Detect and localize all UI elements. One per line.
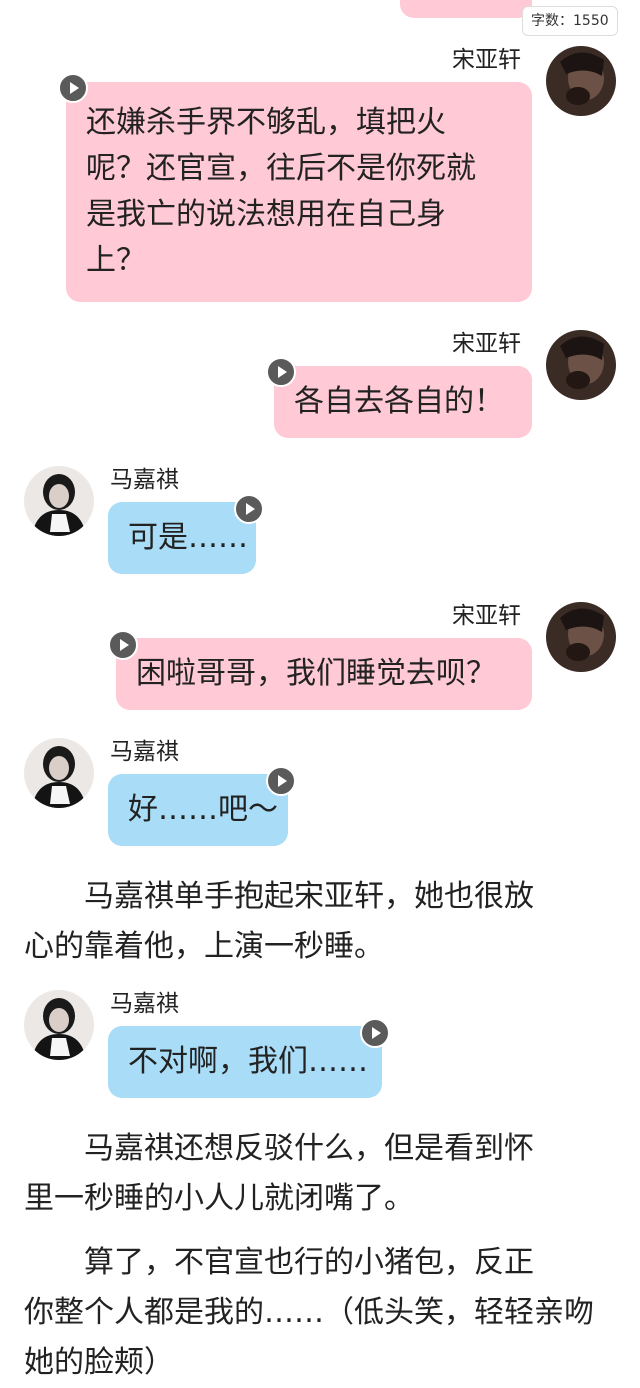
sender-name: 宋亚轩 xyxy=(452,331,521,357)
message-bubble: 好……吧～ xyxy=(108,774,288,846)
play-voice-icon[interactable] xyxy=(58,73,88,103)
narration-line: 马嘉祺还想反驳什么，但是看到怀 xyxy=(24,1131,534,1166)
message-text-line: 还嫌杀手界不够乱，填把火 xyxy=(86,105,446,140)
narration-line: 马嘉祺单手抱起宋亚轩，她也很放 xyxy=(24,879,534,914)
message-text-line: 呢？还官宣，往后不是你死就 xyxy=(86,151,476,186)
avatar-ma-jiaqi[interactable] xyxy=(24,738,94,808)
sender-name: 马嘉祺 xyxy=(110,467,179,493)
message-bubble: 不对啊，我们…… xyxy=(108,1026,382,1098)
message-text: 困啦哥哥，我们睡觉去呗？ xyxy=(136,656,496,691)
avatar-song-yaxuan[interactable] xyxy=(546,330,616,400)
narration-line: 她的脸颊） xyxy=(24,1345,174,1380)
avatar-ma-jiaqi[interactable] xyxy=(24,990,94,1060)
avatar-ma-jiaqi[interactable] xyxy=(24,466,94,536)
message-bubble: 困啦哥哥，我们睡觉去呗？ xyxy=(116,638,532,710)
play-voice-icon[interactable] xyxy=(266,357,296,387)
play-voice-icon[interactable] xyxy=(266,766,296,796)
sender-name: 马嘉祺 xyxy=(110,991,179,1017)
previous-message-bubble xyxy=(400,0,532,18)
narration-line: 里一秒睡的小人儿就闭嘴了。 xyxy=(24,1181,414,1216)
avatar-song-yaxuan[interactable] xyxy=(546,46,616,116)
message-bubble: 各自去各自的！ xyxy=(274,366,532,438)
narration-paragraph: 马嘉祺还想反驳什么，但是看到怀 里一秒睡的小人儿就闭嘴了。 xyxy=(24,1124,624,1224)
message-text-line: 上？ xyxy=(86,243,146,278)
narration-paragraph: 马嘉祺单手抱起宋亚轩，她也很放 心的靠着他，上演一秒睡。 xyxy=(24,872,624,972)
message-text: 可是…… xyxy=(128,520,248,555)
narration-line: 心的靠着他，上演一秒睡。 xyxy=(24,929,384,964)
sender-name: 马嘉祺 xyxy=(110,739,179,765)
message-text: 不对啊，我们…… xyxy=(128,1044,368,1079)
play-voice-icon[interactable] xyxy=(234,494,264,524)
avatar-song-yaxuan[interactable] xyxy=(546,602,616,672)
narration-line: 你整个人都是我的……（低头笑，轻轻亲吻 xyxy=(24,1295,594,1330)
word-count-badge: 字数：1550 xyxy=(522,6,618,36)
narration-line: 算了，不官宣也行的小猪包，反正 xyxy=(24,1245,534,1280)
message-text: 各自去各自的！ xyxy=(294,384,504,419)
play-voice-icon[interactable] xyxy=(360,1018,390,1048)
sender-name: 宋亚轩 xyxy=(452,47,521,73)
message-bubble: 还嫌杀手界不够乱，填把火 呢？还官宣，往后不是你死就 是我亡的说法想用在自己身 … xyxy=(66,82,532,302)
message-text-line: 是我亡的说法想用在自己身 xyxy=(86,197,446,232)
play-voice-icon[interactable] xyxy=(108,630,138,660)
sender-name: 宋亚轩 xyxy=(452,603,521,629)
narration-paragraph: 算了，不官宣也行的小猪包，反正 你整个人都是我的……（低头笑，轻轻亲吻 她的脸颊… xyxy=(24,1238,634,1388)
message-text: 好……吧～ xyxy=(128,792,278,827)
